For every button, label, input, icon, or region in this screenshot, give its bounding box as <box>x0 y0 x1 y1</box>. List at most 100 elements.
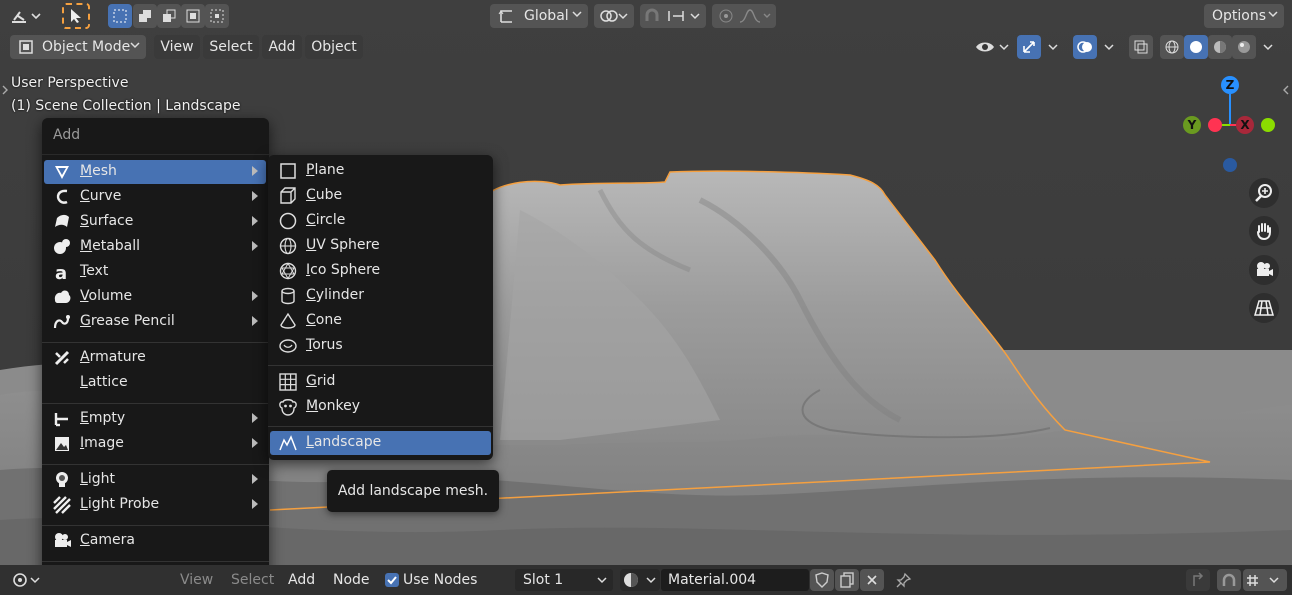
bottom-node-menu[interactable]: Node <box>333 572 370 588</box>
tweak-tool-button[interactable] <box>62 3 90 29</box>
menu-item-label-rest: lane <box>314 162 345 178</box>
select-menu[interactable]: Select <box>203 35 259 59</box>
menu-item-label-rest: etaball <box>92 238 141 254</box>
menu-item-mnemonic: G <box>306 373 317 389</box>
select-mode-invert-button[interactable] <box>181 4 205 28</box>
gizmo-z-axis[interactable]: Z <box>1221 76 1239 94</box>
shading-material-button[interactable] <box>1208 35 1232 59</box>
object-menu[interactable]: Object <box>305 35 363 59</box>
gizmo-y-axis[interactable]: Y <box>1183 116 1201 134</box>
interaction-mode-dropdown[interactable]: Object Mode <box>10 35 146 59</box>
submenu-arrow-icon <box>252 474 258 484</box>
menu-item-circle[interactable]: Circle <box>270 209 491 233</box>
snapping-group[interactable] <box>640 4 706 28</box>
menu-item-torus[interactable]: Torus <box>270 334 491 358</box>
view-menu[interactable]: View <box>154 35 200 59</box>
menu-separator <box>42 342 269 343</box>
menu-item-camera[interactable]: Camera <box>44 529 266 553</box>
duplicate-material-button[interactable] <box>835 569 859 591</box>
fake-user-button[interactable] <box>810 569 834 591</box>
menu-item-empty[interactable]: Empty <box>44 407 266 431</box>
gizmo-toggle[interactable] <box>1017 35 1041 59</box>
add-menu[interactable]: Add <box>262 35 302 59</box>
snap-element-dropdown[interactable] <box>1243 569 1287 591</box>
snap-toggle-bottom[interactable] <box>1217 569 1241 591</box>
pivot-point-dropdown[interactable] <box>594 4 634 28</box>
menu-item-text[interactable]: a Text <box>44 260 266 284</box>
menu-item-metaball[interactable]: Metaball <box>44 235 266 259</box>
menu-item-monkey[interactable]: Monkey <box>270 395 491 419</box>
menu-item-grease-pencil[interactable]: Grease Pencil <box>44 310 266 334</box>
bottom-select-menu[interactable]: Select <box>231 572 274 588</box>
pan-button[interactable] <box>1249 216 1279 246</box>
menu-item-uv-sphere[interactable]: UV Sphere <box>270 234 491 258</box>
pin-button[interactable] <box>892 569 916 591</box>
browse-material-button[interactable] <box>620 569 660 591</box>
camera-view-button[interactable] <box>1249 255 1279 285</box>
menu-item-curve[interactable]: Curve <box>44 185 266 209</box>
menu-item-label-rest: urve <box>89 188 122 204</box>
menu-item-armature[interactable]: Armature <box>44 346 266 370</box>
gizmo-dropdown[interactable] <box>1043 35 1063 59</box>
select-mode-subtract-button[interactable] <box>157 4 181 28</box>
shading-wireframe-button[interactable] <box>1160 35 1184 59</box>
editor-type-button[interactable] <box>6 4 48 28</box>
menu-item-grid[interactable]: Grid <box>270 370 491 394</box>
menu-item-lattice[interactable]: Lattice <box>44 371 266 395</box>
visibility-dropdown[interactable] <box>972 35 1012 59</box>
overlays-toggle[interactable] <box>1073 35 1097 59</box>
menu-item-mnemonic: C <box>80 532 90 548</box>
menu-item-light[interactable]: Light <box>44 468 266 492</box>
menu-item-mnemonic: L <box>80 471 88 487</box>
editor-type-button-bottom[interactable] <box>8 568 44 592</box>
bottom-add-menu[interactable]: Add <box>288 572 315 588</box>
proportional-editing-group[interactable] <box>712 4 776 28</box>
plane-icon <box>280 163 296 179</box>
menu-item-plane[interactable]: Plane <box>270 159 491 183</box>
select-mode-new-button[interactable] <box>108 4 132 28</box>
gizmo-x-axis[interactable]: X <box>1236 116 1254 134</box>
view-perspective-label: User Perspective <box>11 75 129 91</box>
solid-sphere-icon <box>1190 41 1202 53</box>
menu-item-volume[interactable]: Volume <box>44 285 266 309</box>
use-nodes-checkbox[interactable] <box>385 573 399 587</box>
transform-orientation-dropdown[interactable]: Global <box>490 4 588 28</box>
menu-item-light-probe[interactable]: Light Probe <box>44 493 266 517</box>
menu-item-mnemonic: C <box>306 312 316 328</box>
shading-rendered-button[interactable] <box>1232 35 1256 59</box>
menu-item-label-rest: orus <box>312 337 343 353</box>
menu-item-landscape[interactable]: Landscape <box>270 431 491 455</box>
zoom-button[interactable] <box>1249 178 1279 208</box>
overlays-dropdown[interactable] <box>1099 35 1119 59</box>
menu-item-cylinder[interactable]: Cylinder <box>270 284 491 308</box>
slot-dropdown[interactable]: Slot 1 <box>515 569 613 591</box>
gizmo-icon <box>1023 41 1035 53</box>
menu-item-label: Empty <box>80 410 125 426</box>
menu-item-image[interactable]: Image <box>44 432 266 456</box>
menu-item-ico-sphere[interactable]: Ico Sphere <box>270 259 491 283</box>
shading-dropdown[interactable] <box>1258 35 1278 59</box>
menu-item-cone[interactable]: Cone <box>270 309 491 333</box>
projection-toggle-button[interactable] <box>1249 293 1279 323</box>
orientation-label: Global <box>524 8 569 24</box>
parent-node-tree-button[interactable] <box>1186 569 1210 591</box>
3d-viewport[interactable]: Global Options Object Mode View Select A… <box>0 0 1292 565</box>
unlink-material-button[interactable] <box>860 569 884 591</box>
menu-item-label: Text <box>80 263 108 279</box>
menu-item-cube[interactable]: Cube <box>270 184 491 208</box>
menu-item-surface[interactable]: Surface <box>44 210 266 234</box>
xray-toggle[interactable] <box>1129 35 1153 59</box>
menu-item-label: Metaball <box>80 238 140 254</box>
material-sphere-icon <box>624 573 656 587</box>
toolbar-expand-icon[interactable] <box>1 84 9 96</box>
gizmo-z-label: Z <box>1225 78 1235 92</box>
select-mode-intersect-button[interactable] <box>205 4 229 28</box>
object-mode-icon <box>19 40 33 54</box>
options-dropdown[interactable]: Options <box>1204 4 1284 28</box>
bottom-view-menu[interactable]: View <box>180 572 213 588</box>
menu-item-mesh[interactable]: Mesh <box>44 160 266 184</box>
select-mode-extend-button[interactable] <box>133 4 157 28</box>
shading-solid-button[interactable] <box>1184 35 1208 59</box>
menu-item-label-rest: mpty <box>88 410 126 426</box>
material-name-field[interactable]: Material.004 <box>661 569 809 591</box>
